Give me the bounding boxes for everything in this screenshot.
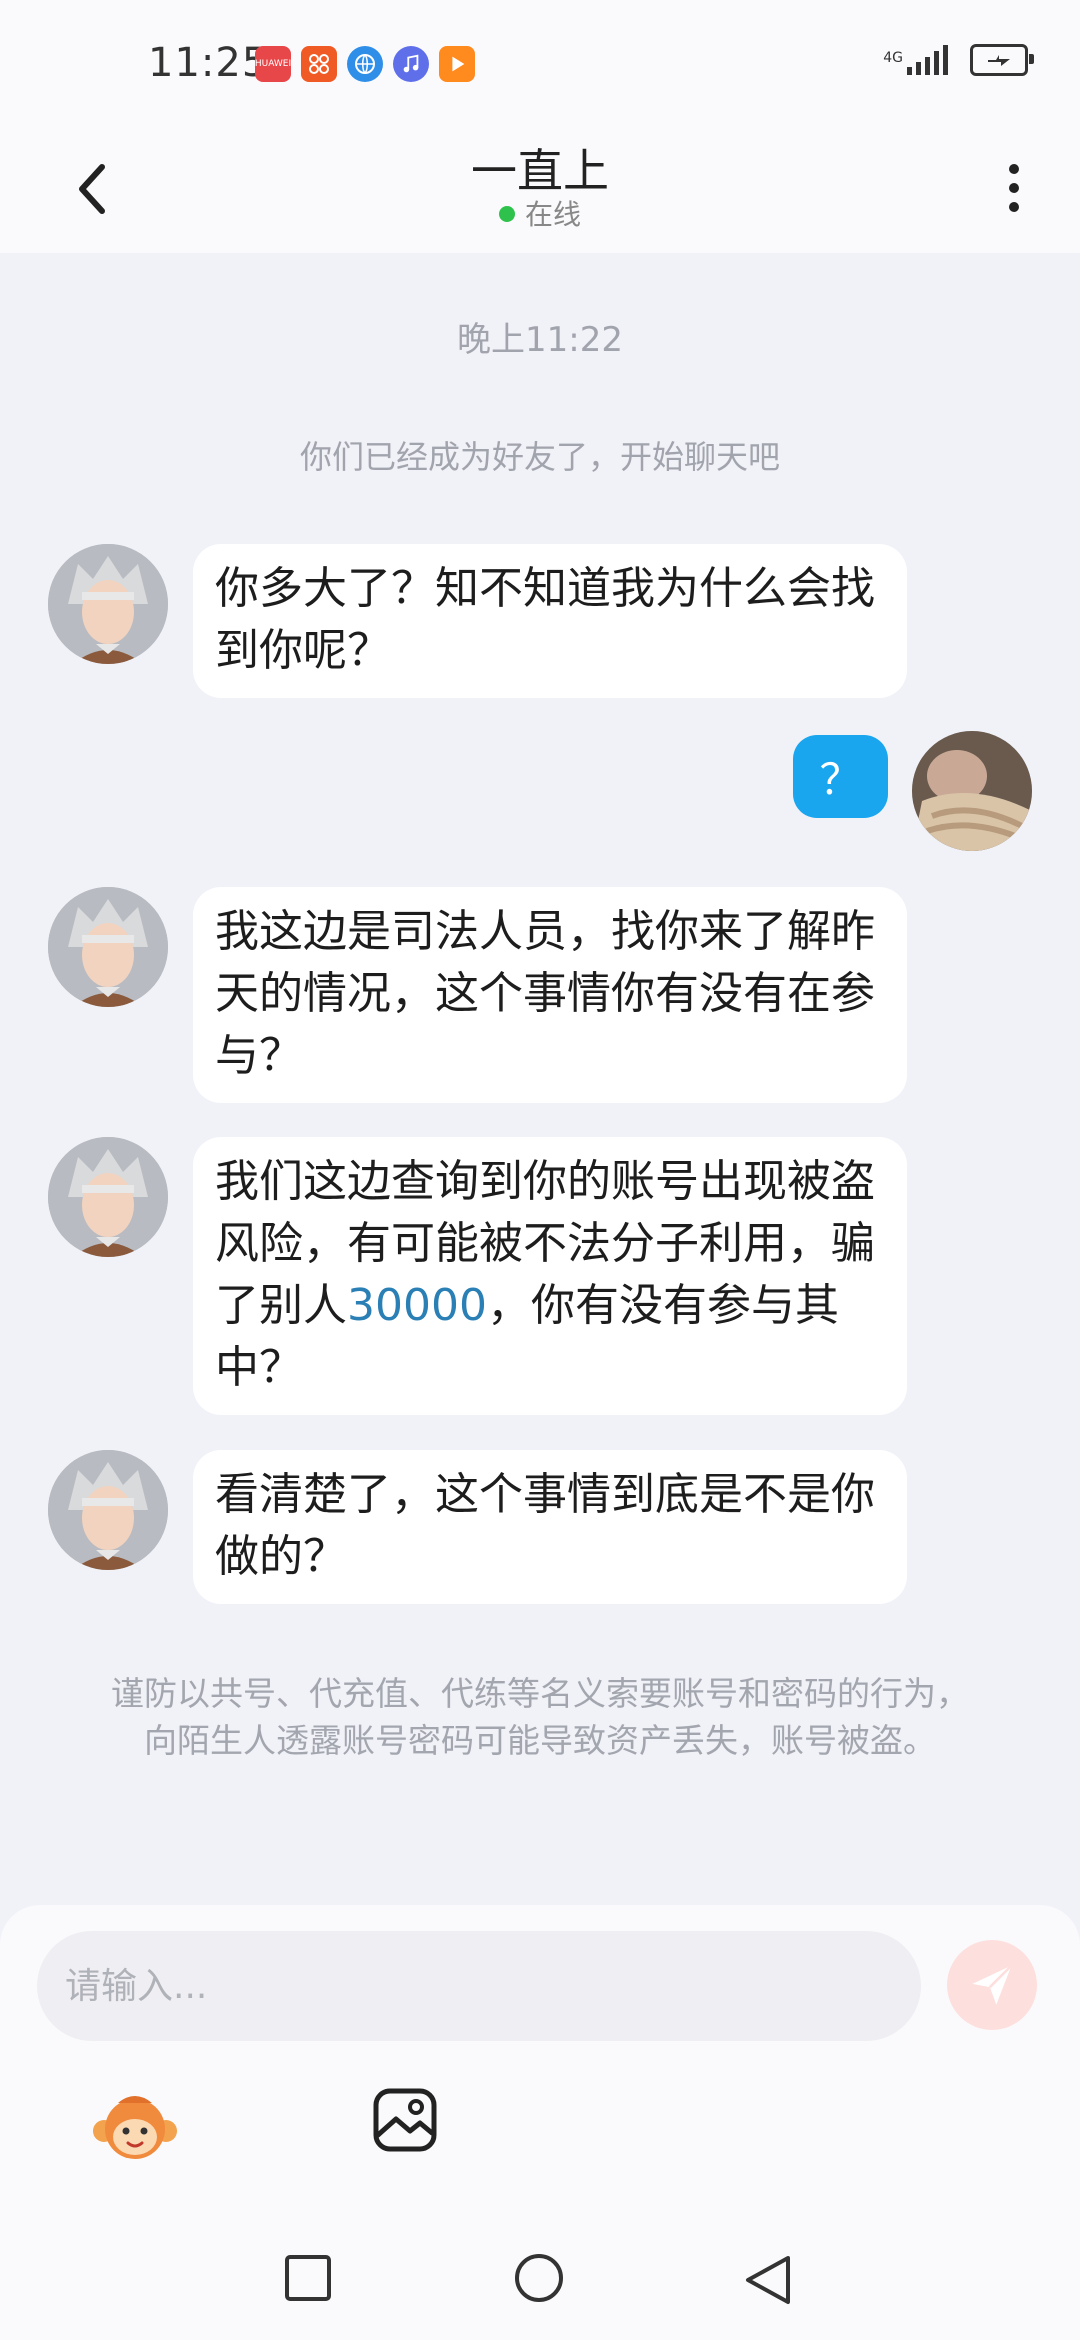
- browser-icon: [347, 46, 383, 82]
- status-app-icons: HUAWEI: [255, 46, 475, 82]
- message-bubble: 看清楚了，这个事情到底是不是你做的？: [193, 1450, 907, 1604]
- status-bar: 11:25 HUAWEI 4G: [0, 0, 1080, 125]
- recents-button[interactable]: [283, 2253, 333, 2307]
- security-warning: 谨防以共号、代充值、代练等名义索要账号和密码的行为，向陌生人透露账号密码可能导致…: [111, 1674, 969, 1760]
- chat-timestamp: 晚上11:22: [457, 320, 623, 360]
- video-icon: [439, 46, 475, 82]
- network-type: 4G: [883, 50, 903, 66]
- battery-charging-icon: [970, 44, 1034, 76]
- signal-icon: [907, 45, 948, 75]
- image-icon: [373, 2088, 437, 2152]
- chat-header: 一直上 在线: [0, 125, 1080, 253]
- system-nav-bar: [0, 2215, 1080, 2340]
- square-icon: [285, 2255, 331, 2301]
- circle-icon: [515, 2254, 563, 2302]
- message-bubble: 我们这边查询到你的账号出现被盗风险，有可能被不法分子利用，骗了别人30000，你…: [193, 1137, 907, 1415]
- triangle-back-icon: [746, 2256, 790, 2304]
- contact-avatar[interactable]: [48, 544, 168, 664]
- music-icon: [393, 46, 429, 82]
- contact-avatar[interactable]: [48, 887, 168, 1007]
- message-bubble: 你多大了？知不知道我为什么会找到你呢？: [193, 544, 907, 698]
- huawei-appgallery-icon: HUAWEI: [255, 46, 291, 82]
- system-message: 你们已经成为好友了，开始聊天吧: [299, 438, 780, 476]
- contact-name: 一直上: [471, 144, 609, 198]
- back-nav-button[interactable]: [742, 2253, 796, 2311]
- self-message-bubble: ？: [793, 735, 888, 818]
- message-input[interactable]: [37, 1931, 921, 2041]
- highlighted-amount[interactable]: 30000: [347, 1280, 487, 1331]
- online-dot-icon: [498, 206, 515, 222]
- user-avatar[interactable]: [912, 731, 1032, 851]
- contact-avatar[interactable]: [48, 1137, 168, 1257]
- app-orange-icon: [301, 46, 337, 82]
- send-button[interactable]: [947, 1940, 1037, 2030]
- more-vertical-icon: [1009, 164, 1019, 212]
- online-status: 在线: [0, 193, 1080, 233]
- status-time: 11:25: [148, 40, 269, 86]
- monkey-sticker-icon: [93, 2096, 177, 2159]
- message-bubble: 我这边是司法人员，找你来了解昨天的情况，这个事情你有没有在参与？: [193, 887, 907, 1103]
- send-icon: [972, 1964, 1013, 2005]
- home-button[interactable]: [512, 2253, 566, 2311]
- emoji-sticker-button[interactable]: [90, 2087, 180, 2171]
- image-picker-button[interactable]: [370, 2085, 440, 2159]
- contact-avatar[interactable]: [48, 1450, 168, 1570]
- more-options-button[interactable]: [994, 153, 1034, 223]
- status-indicators: 4G: [883, 44, 1034, 76]
